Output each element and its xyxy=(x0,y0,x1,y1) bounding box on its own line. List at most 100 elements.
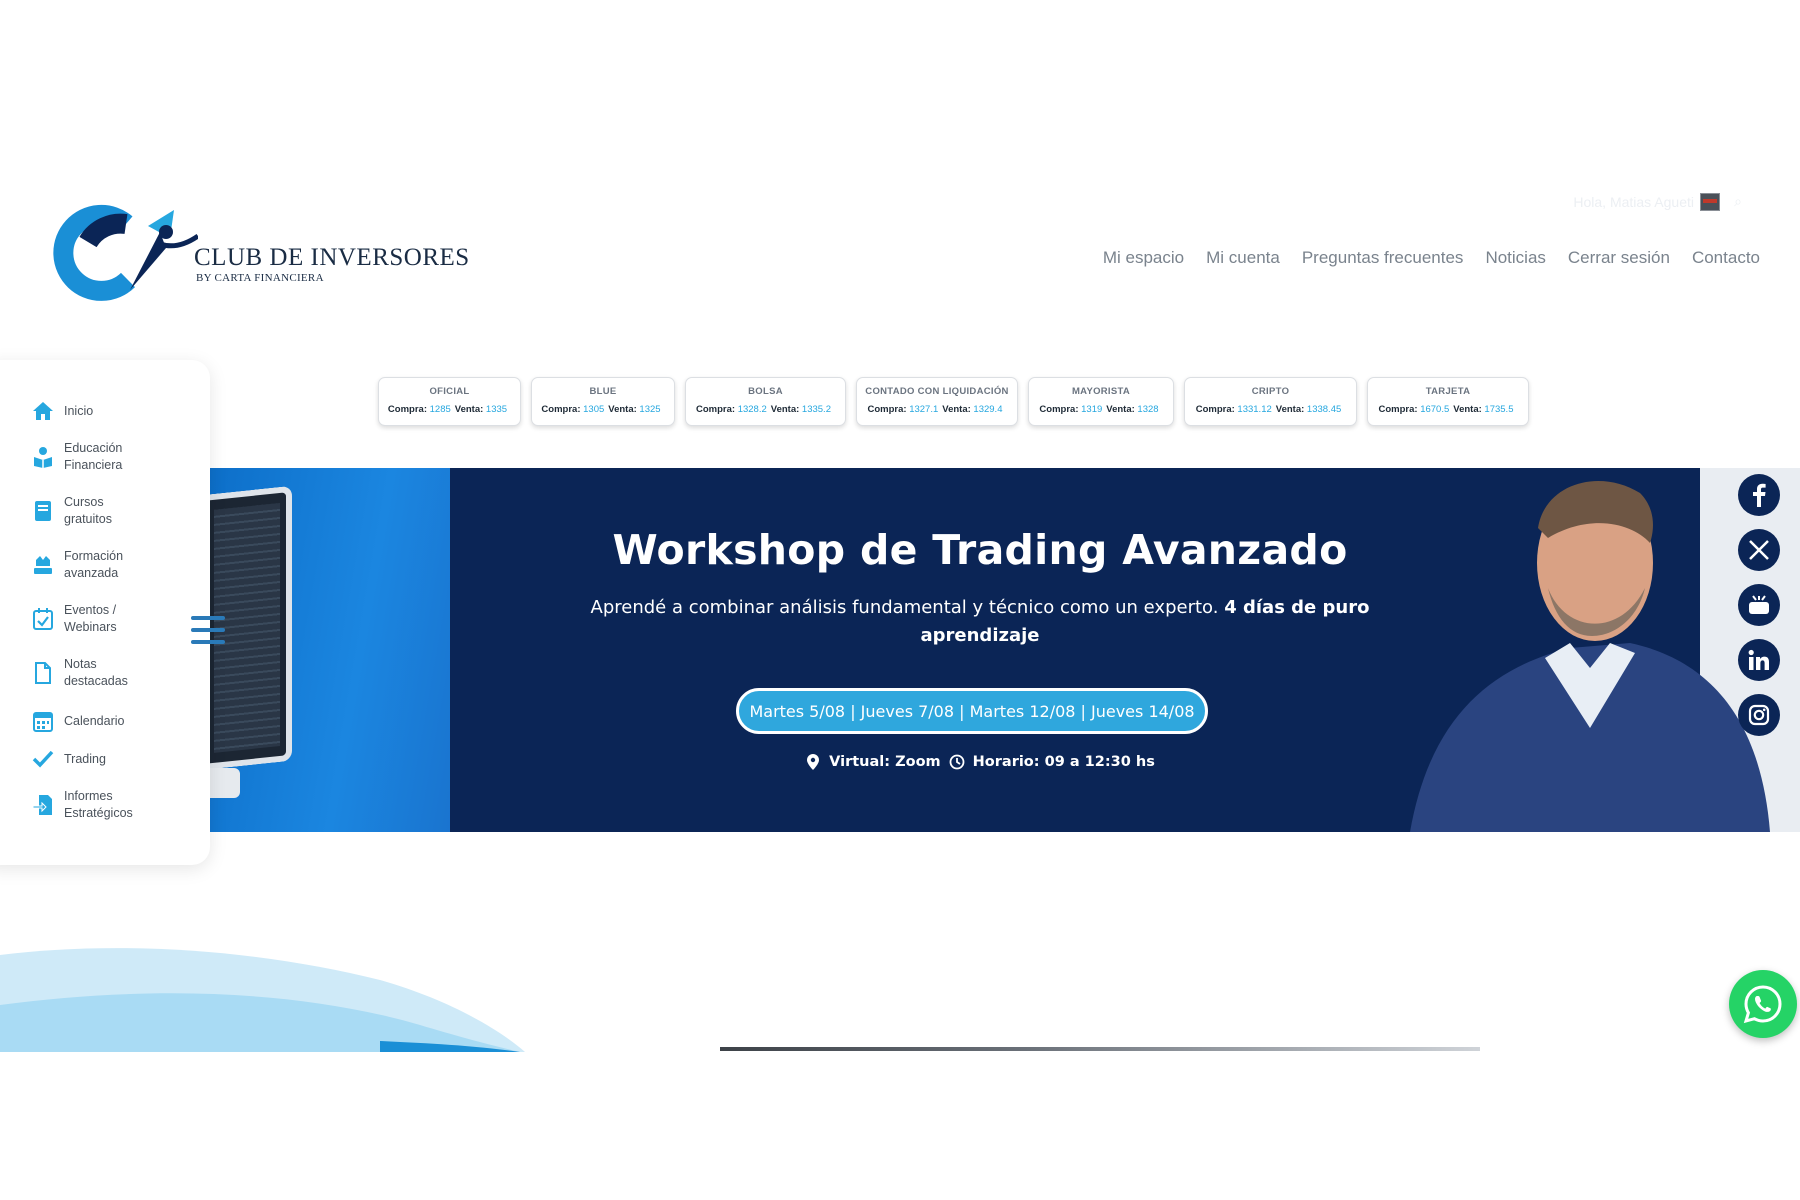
venta-value: 1325 xyxy=(639,404,661,415)
search-icon[interactable]: ⌕ xyxy=(1734,193,1742,210)
banner-schedule: Horario: 09 a 12:30 hs xyxy=(972,754,1155,770)
banner-dates-button[interactable]: Martes 5/08 | Jueves 7/08 | Martes 12/08… xyxy=(736,688,1208,734)
rate-name: BOLSA xyxy=(748,386,783,397)
sidebar-item-label: Notas destacadas xyxy=(64,657,128,688)
monitor-stand xyxy=(210,768,240,798)
compra-label: Compra: xyxy=(867,404,907,415)
sidebar-item-trading[interactable]: Trading xyxy=(32,748,202,770)
venta-value: 1329.4 xyxy=(973,404,1003,415)
user-greeting[interactable]: Hola, Matias Agueti ⌕ xyxy=(1573,193,1742,211)
book-icon xyxy=(32,500,54,522)
compra-value: 1327.1 xyxy=(909,404,939,415)
venta-value: 1335 xyxy=(485,404,508,415)
compra-value: 1285 xyxy=(429,404,451,415)
rate-name: CONTADO CON LIQUIDACIÓN xyxy=(865,386,1009,397)
rate-name: TARJETA xyxy=(1425,386,1471,397)
greeting-text: Hola, Matias Agueti xyxy=(1573,194,1694,210)
banner-desc-text: Aprendé a combinar análisis fundamental … xyxy=(590,597,1219,618)
banner-left-panel xyxy=(210,468,450,832)
check-icon xyxy=(32,748,54,770)
sidebar-item-cursos[interactable]: Cursos gratuitos xyxy=(32,494,202,528)
sidebar-item-label: Eventos / Webinars xyxy=(64,603,117,634)
content-divider xyxy=(720,1047,1480,1051)
calendar-check-icon xyxy=(32,608,54,630)
report-icon xyxy=(32,794,54,816)
compra-label: Compra: xyxy=(1378,404,1418,415)
rate-card-mayorista: MAYORISTA Compra: 1319 Venta: 1328 xyxy=(1028,377,1174,426)
venta-label: Venta: xyxy=(770,404,800,415)
sidebar-item-informes[interactable]: Informes Estratégicos xyxy=(32,788,202,822)
compra-label: Compra: xyxy=(541,404,581,415)
decorative-wave xyxy=(0,948,525,1052)
nav-contacto[interactable]: Contacto xyxy=(1692,248,1760,268)
sidebar-item-label: Cursos gratuitos xyxy=(64,495,112,526)
rate-name: BLUE xyxy=(589,386,617,397)
compra-label: Compra: xyxy=(696,404,736,415)
brand-title: CLUB DE INVERSORES xyxy=(194,244,470,271)
brand-subtitle: BY CARTA FINANCIERA xyxy=(196,272,324,284)
nav-mi-espacio[interactable]: Mi espacio xyxy=(1103,248,1184,268)
whatsapp-icon xyxy=(1743,985,1782,1024)
sidebar-item-notas[interactable]: Notas destacadas xyxy=(32,656,202,690)
workshop-banner[interactable]: Workshop de Trading Avanzado Aprendé a c… xyxy=(210,468,1800,832)
venta-value: 1328 xyxy=(1137,404,1159,415)
x-icon[interactable] xyxy=(1738,529,1780,571)
rate-card-bolsa: BOLSA Compra: 1328.2 Venta: 1335.2 xyxy=(685,377,846,426)
linkedin-icon[interactable] xyxy=(1738,639,1780,681)
logo-mark-icon xyxy=(53,204,198,301)
rate-card-blue: BLUE Compra: 1305 Venta: 1325 xyxy=(531,377,675,426)
sidebar-item-formacion[interactable]: Formación avanzada xyxy=(32,548,202,582)
whatsapp-button[interactable] xyxy=(1729,970,1797,1038)
education-icon xyxy=(32,446,54,468)
location-pin-icon xyxy=(805,754,821,770)
banner-location: Virtual: Zoom xyxy=(829,754,941,770)
venta-label: Venta: xyxy=(454,404,484,415)
exchange-rates: OFICIAL Compra: 1285 Venta: 1335 BLUE Com… xyxy=(378,377,1529,426)
venta-label: Venta: xyxy=(1106,404,1135,415)
sidebar-item-label: Calendario xyxy=(64,713,125,728)
compra-label: Compra: xyxy=(1195,404,1235,415)
sidebar-item-label: Educación Financiera xyxy=(64,441,123,472)
banner-info: Virtual: Zoom Horario: 09 a 12:30 hs xyxy=(590,754,1370,770)
rate-name: CRIPTO xyxy=(1251,386,1290,397)
user-avatar[interactable] xyxy=(1700,193,1720,211)
nav-noticias[interactable]: Noticias xyxy=(1485,248,1545,268)
home-icon xyxy=(32,400,54,422)
venta-value: 1335.2 xyxy=(801,404,831,415)
venta-value: 1338.45 xyxy=(1306,404,1342,415)
youtube-icon[interactable] xyxy=(1738,584,1780,626)
speaker-photo xyxy=(1370,468,1800,832)
calendar-icon xyxy=(32,710,54,732)
rate-card-cripto: CRIPTO Compra: 1331.12 Venta: 1338.45 xyxy=(1184,377,1357,426)
nav-preguntas-frecuentes[interactable]: Preguntas frecuentes xyxy=(1302,248,1464,268)
sidebar-item-educacion[interactable]: Educación Financiera xyxy=(32,440,202,474)
graduation-icon xyxy=(32,554,54,576)
venta-label: Venta: xyxy=(942,404,971,415)
document-icon xyxy=(32,662,54,684)
compra-value: 1331.12 xyxy=(1237,404,1272,415)
rate-name: OFICIAL xyxy=(429,386,470,397)
sidebar-item-label: Formación avanzada xyxy=(64,549,124,580)
rate-name: MAYORISTA xyxy=(1071,386,1131,397)
venta-label: Venta: xyxy=(1453,404,1482,415)
compra-value: 1305 xyxy=(583,404,605,415)
sidebar-item-eventos[interactable]: Eventos / Webinars xyxy=(32,602,202,636)
nav-cerrar-sesion[interactable]: Cerrar sesión xyxy=(1568,248,1670,268)
instagram-icon[interactable] xyxy=(1738,694,1780,736)
top-navigation: Mi espacio Mi cuenta Preguntas frecuente… xyxy=(1103,248,1760,268)
facebook-icon[interactable] xyxy=(1738,474,1780,516)
menu-toggle-icon[interactable] xyxy=(191,616,225,644)
banner-title: Workshop de Trading Avanzado xyxy=(612,526,1348,574)
venta-label: Venta: xyxy=(1275,404,1305,415)
rate-card-tarjeta: TARJETA Compra: 1670.5 Venta: 1735.5 xyxy=(1367,377,1529,426)
compra-label: Compra: xyxy=(387,404,427,415)
sidebar-item-calendario[interactable]: Calendario xyxy=(32,710,202,732)
sidebar-item-label: Informes Estratégicos xyxy=(64,789,133,820)
clock-icon xyxy=(949,754,965,770)
sidebar-item-label: Trading xyxy=(64,751,106,766)
sidebar-item-inicio[interactable]: Inicio xyxy=(32,400,202,422)
nav-mi-cuenta[interactable]: Mi cuenta xyxy=(1206,248,1280,268)
sidebar-item-label: Inicio xyxy=(64,403,94,418)
site-logo[interactable]: CLUB DE INVERSORES BY CARTA FINANCIERA xyxy=(48,202,469,302)
sidebar: Inicio Educación Financiera Cursos gratu… xyxy=(0,360,210,865)
